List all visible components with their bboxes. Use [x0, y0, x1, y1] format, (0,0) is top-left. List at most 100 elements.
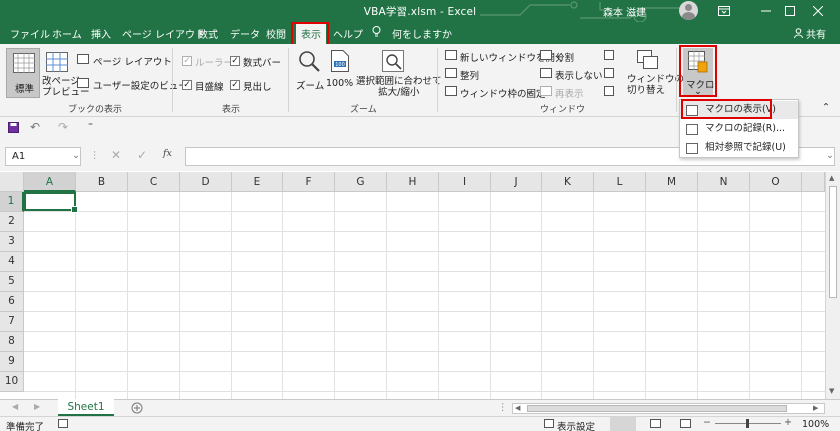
formula-bar-checkbox[interactable]: ✓: [230, 56, 240, 66]
macros-button[interactable]: マクロ ⌄: [683, 48, 715, 97]
collapse-ribbon-icon[interactable]: ⌃: [822, 102, 830, 113]
horizontal-scrollbar[interactable]: ◀ ▶: [512, 403, 825, 414]
tab-home[interactable]: ホーム: [52, 26, 82, 41]
scroll-left-icon[interactable]: ◀: [515, 404, 520, 412]
zoom-in-icon[interactable]: +: [784, 417, 792, 428]
zoom-100-button[interactable]: 100 100%: [326, 48, 354, 96]
tab-view[interactable]: 表示: [296, 23, 326, 44]
column-header[interactable]: M: [646, 172, 698, 192]
next-sheet-icon[interactable]: ▶: [34, 402, 40, 411]
column-header[interactable]: F: [283, 172, 335, 192]
zoom-level[interactable]: 100%: [802, 419, 829, 430]
column-header[interactable]: J: [491, 172, 542, 192]
row-header[interactable]: 7: [0, 312, 24, 332]
name-box[interactable]: A1: [5, 147, 81, 166]
headings-checkbox[interactable]: ✓: [230, 80, 240, 90]
zoom-slider-thumb[interactable]: [746, 419, 749, 428]
column-header[interactable]: N: [698, 172, 750, 192]
tab-split-handle[interactable]: ⋮: [498, 402, 508, 413]
tab-help[interactable]: ヘルプ: [333, 26, 363, 41]
column-header[interactable]: B: [76, 172, 128, 192]
vertical-scrollbar[interactable]: ▲ ▼: [825, 172, 840, 399]
switch-windows-button[interactable]: ウィンドウの 切り替え: [625, 48, 684, 100]
worksheet-grid[interactable]: A B C D E F G H I J K L M N O 1 2 3 4 5 …: [0, 172, 825, 399]
column-header[interactable]: L: [594, 172, 646, 192]
enter-icon[interactable]: ✓: [137, 148, 147, 162]
row-header[interactable]: 9: [0, 352, 24, 372]
normal-view-status-icon[interactable]: [610, 417, 636, 431]
tab-data[interactable]: データ: [230, 26, 260, 41]
user-name[interactable]: 森本 滋建: [603, 4, 646, 19]
ruler-checkbox[interactable]: ✓: [182, 56, 192, 66]
row-header[interactable]: 4: [0, 252, 24, 272]
row-header[interactable]: 2: [0, 212, 24, 232]
row-header[interactable]: 10: [0, 372, 24, 392]
column-header[interactable]: H: [387, 172, 439, 192]
reset-position-icon[interactable]: [604, 86, 614, 96]
ribbon-display-icon[interactable]: [706, 0, 742, 22]
gridlines-checkbox[interactable]: ✓: [182, 80, 192, 90]
redo-icon[interactable]: ↷: [58, 120, 68, 134]
zoom-out-icon[interactable]: −: [703, 417, 711, 428]
cancel-icon[interactable]: ✕: [111, 148, 121, 162]
side-by-side-icon[interactable]: [604, 50, 614, 60]
select-all-corner[interactable]: [0, 172, 24, 192]
tell-me-search[interactable]: 何をしますか: [392, 26, 452, 41]
scroll-up-icon[interactable]: ▲: [829, 174, 834, 182]
zoom-to-selection-button[interactable]: 選択範囲に合わせて 拡大/縮小: [356, 48, 442, 100]
column-header[interactable]: C: [128, 172, 180, 192]
scroll-right-icon[interactable]: ▶: [813, 404, 818, 412]
menu-item-record-macro[interactable]: マクロの記録(R)...: [680, 120, 798, 138]
sync-scroll-icon[interactable]: [604, 68, 614, 78]
add-sheet-icon[interactable]: [131, 402, 143, 414]
page-layout-status-icon[interactable]: [650, 419, 661, 428]
customize-qat-icon[interactable]: ⁼: [88, 121, 93, 132]
row-header[interactable]: 1: [0, 192, 24, 212]
column-header[interactable]: I: [439, 172, 491, 192]
menu-item-relative-references[interactable]: 相対参照で記録(U): [680, 139, 798, 157]
undo-icon[interactable]: ↶: [30, 120, 40, 134]
scroll-down-icon[interactable]: ▼: [829, 387, 834, 395]
tab-page-layout[interactable]: ページ レイアウト: [122, 26, 205, 41]
menu-item-view-macros[interactable]: マクロの表示(V): [680, 101, 798, 119]
display-settings[interactable]: 表示設定: [557, 419, 595, 431]
page-break-preview-button[interactable]: 改ページ プレビュー: [42, 48, 90, 98]
column-header[interactable]: D: [180, 172, 232, 192]
page-break-status-icon[interactable]: [680, 419, 691, 428]
hide-button[interactable]: 表示しない: [555, 68, 603, 82]
tab-insert[interactable]: 挿入: [91, 26, 111, 41]
row-header[interactable]: 5: [0, 272, 24, 292]
active-cell-a1[interactable]: [24, 192, 78, 213]
column-header[interactable]: [802, 172, 825, 192]
arrange-button[interactable]: 整列: [460, 68, 479, 82]
tab-review[interactable]: 校閲: [266, 26, 286, 41]
zoom-button[interactable]: ズーム: [294, 48, 324, 96]
prev-sheet-icon[interactable]: ◀: [12, 402, 18, 411]
view-macros-icon: [686, 105, 698, 116]
chevron-down-icon[interactable]: ⌄: [72, 150, 80, 161]
column-header[interactable]: A: [24, 172, 76, 192]
macro-record-icon[interactable]: [58, 419, 68, 428]
expand-formula-icon[interactable]: ⌄: [826, 150, 834, 161]
sheet-tab[interactable]: Sheet1: [58, 399, 114, 416]
column-header[interactable]: E: [232, 172, 283, 192]
insert-function-icon[interactable]: fx: [163, 148, 172, 159]
share-button[interactable]: 共有: [793, 26, 826, 41]
close-icon[interactable]: [800, 0, 836, 22]
unhide-button[interactable]: 再表示: [555, 86, 584, 100]
column-header[interactable]: O: [750, 172, 802, 192]
hide-icon: [540, 68, 552, 78]
save-icon[interactable]: [8, 122, 19, 133]
avatar[interactable]: [679, 1, 698, 20]
normal-view-button[interactable]: 標準: [6, 48, 40, 98]
scroll-thumb[interactable]: [527, 405, 787, 412]
tab-formulas[interactable]: 数式: [198, 26, 218, 41]
column-header[interactable]: G: [335, 172, 387, 192]
column-header[interactable]: K: [542, 172, 594, 192]
row-header[interactable]: 6: [0, 292, 24, 312]
tab-file[interactable]: ファイル: [10, 26, 50, 41]
scroll-thumb[interactable]: [829, 186, 837, 298]
split-button[interactable]: 分割: [555, 50, 574, 64]
row-header[interactable]: 8: [0, 332, 24, 352]
row-header[interactable]: 3: [0, 232, 24, 252]
